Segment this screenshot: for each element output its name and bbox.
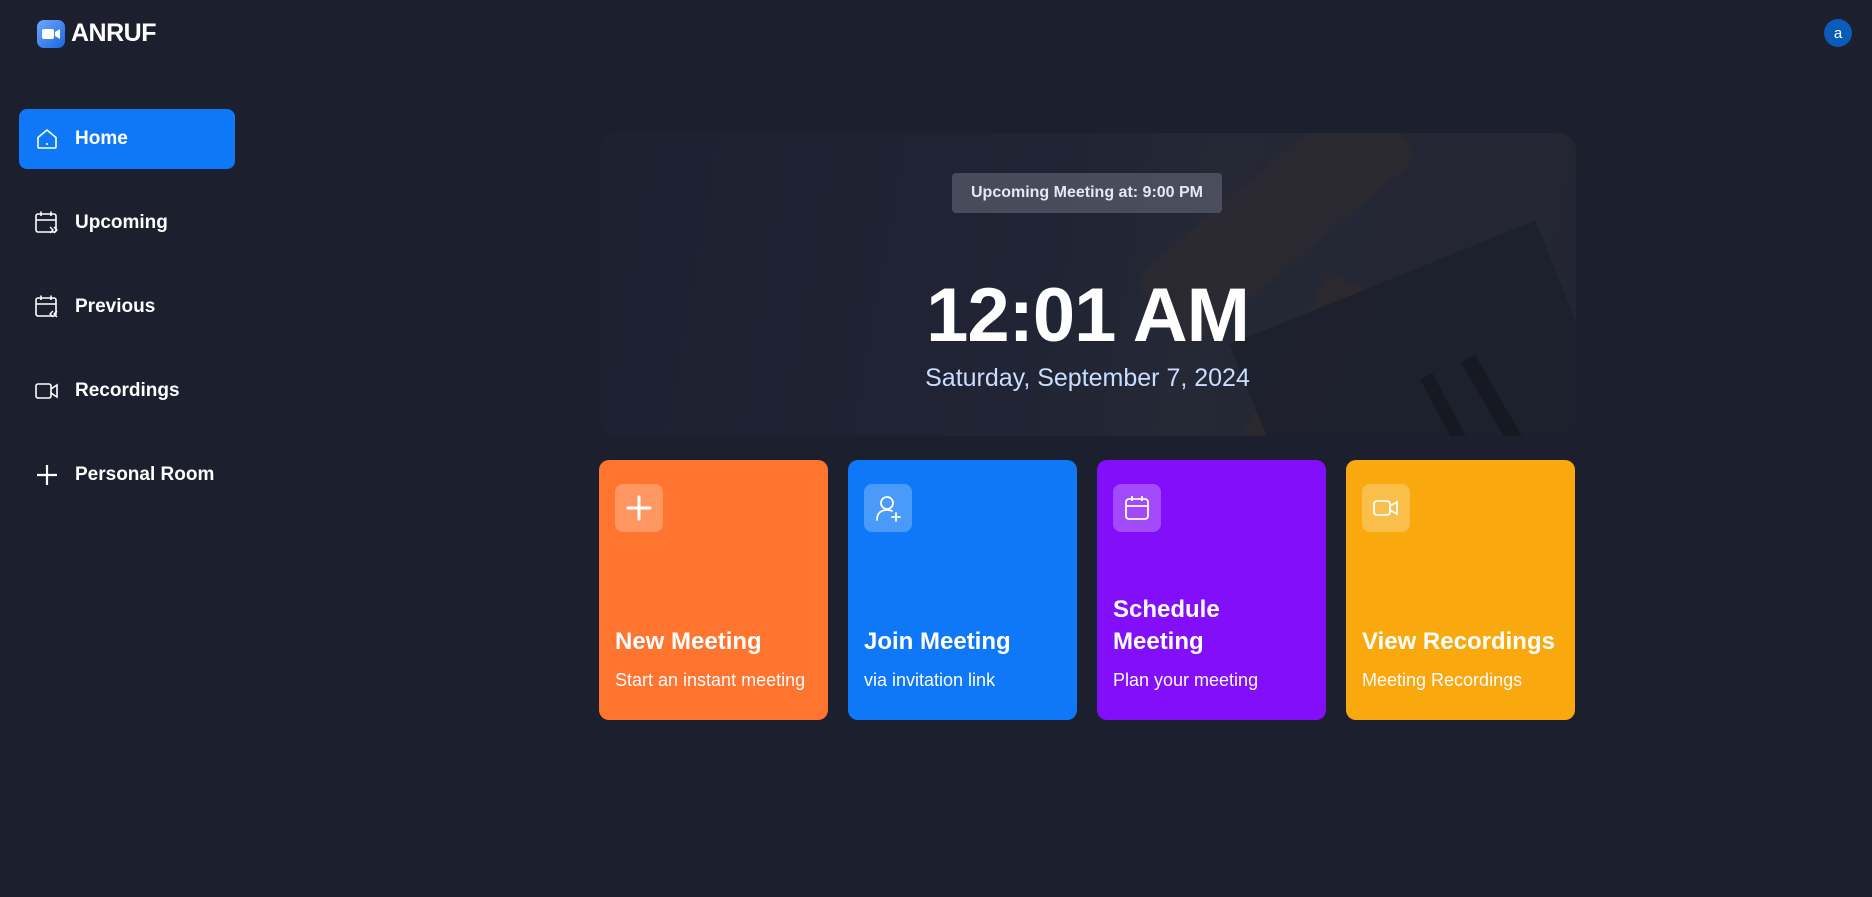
- sidebar-item-label: Recordings: [75, 380, 180, 401]
- video-icon: [1362, 484, 1410, 532]
- video-icon: [33, 377, 61, 405]
- card-description: via invitation link: [864, 670, 996, 690]
- card-description: Meeting Recordings: [1362, 670, 1523, 690]
- card-description: Start an instant meeting: [615, 670, 806, 690]
- join-meeting-card[interactable]: Join Meeting via invitation link: [848, 460, 1077, 720]
- home-icon: [33, 125, 61, 153]
- card-title: Schedule Meeting: [1113, 596, 1220, 655]
- view-recordings-card[interactable]: View Recordings Meeting Recordings: [1346, 460, 1575, 720]
- top-bar: ANRUF a: [0, 0, 1872, 66]
- sidebar: Home Upcoming Previous Recordings Person…: [19, 109, 235, 529]
- brand[interactable]: ANRUF: [37, 19, 157, 48]
- sidebar-item-recordings[interactable]: Recordings: [19, 361, 235, 421]
- sidebar-item-label: Previous: [75, 296, 156, 317]
- sidebar-item-personal-room[interactable]: Personal Room: [19, 445, 235, 505]
- calendar-forward-icon: [33, 209, 61, 237]
- card-title: New Meeting: [615, 628, 762, 655]
- upcoming-meeting-badge: Upcoming Meeting at: 9:00 PM: [952, 173, 1222, 213]
- calendar-icon: [1113, 484, 1161, 532]
- current-date: Saturday, September 7, 2024: [925, 364, 1250, 392]
- new-meeting-card[interactable]: New Meeting Start an instant meeting: [599, 460, 828, 720]
- sidebar-item-home[interactable]: Home: [19, 109, 235, 169]
- brand-name: ANRUF: [71, 19, 157, 47]
- card-title: View Recordings: [1362, 628, 1555, 655]
- schedule-meeting-card[interactable]: Schedule Meeting Plan your meeting: [1097, 460, 1326, 720]
- current-time: 12:01 AM: [926, 273, 1250, 358]
- camera-logo-icon: [37, 19, 65, 48]
- plus-icon: [33, 461, 61, 489]
- sidebar-item-label: Home: [75, 128, 128, 149]
- sidebar-item-previous[interactable]: Previous: [19, 277, 235, 337]
- sidebar-item-upcoming[interactable]: Upcoming: [19, 193, 235, 253]
- sidebar-item-label: Personal Room: [75, 464, 215, 485]
- card-title: Join Meeting: [864, 628, 1011, 655]
- calendar-back-icon: [33, 293, 61, 321]
- avatar[interactable]: a: [1824, 19, 1852, 47]
- plus-icon: [615, 484, 663, 532]
- card-description: Plan your meeting: [1113, 670, 1259, 690]
- user-plus-icon: [864, 484, 912, 532]
- sidebar-item-label: Upcoming: [75, 212, 168, 233]
